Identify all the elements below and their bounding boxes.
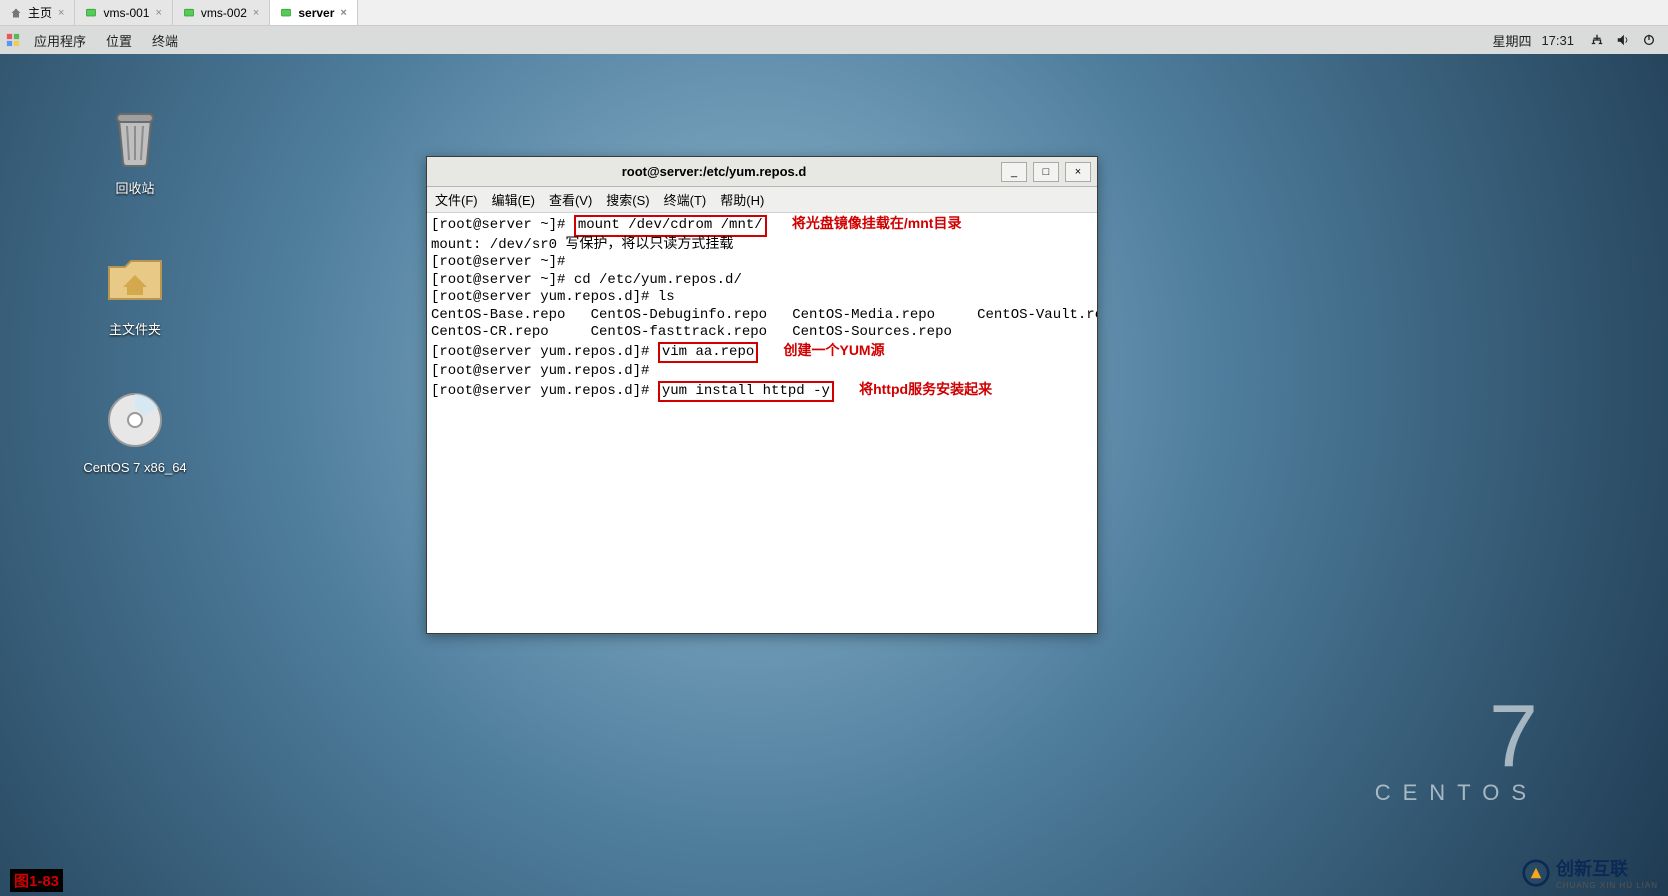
disc-icon[interactable]: CentOS 7 x86_64 [80, 388, 190, 475]
annotation-mount: 将光盘镜像挂载在/mnt目录 [792, 215, 962, 233]
centos-brand: 7 CENTOS [1375, 692, 1538, 806]
annotation-vim: 创建一个YUM源 [783, 342, 884, 360]
icon-label: CentOS 7 x86_64 [83, 460, 186, 475]
browser-tab-home[interactable]: 主页 × [0, 0, 75, 25]
annotation-yum: 将httpd服务安装起来 [859, 381, 992, 399]
term-line: [root@server yum.repos.d]# ls [431, 289, 675, 305]
window-titlebar[interactable]: root@server:/etc/yum.repos.d _ □ × [427, 157, 1097, 187]
desktop: 应用程序 位置 终端 星期四 17:31 回收站 主文件夹 [0, 26, 1668, 896]
tab-label: server [298, 6, 334, 20]
tab-label: 主页 [28, 4, 52, 21]
menu-terminal[interactable]: 终端(T) [664, 190, 707, 209]
close-button[interactable]: × [1065, 162, 1091, 182]
window-title: root@server:/etc/yum.repos.d [427, 164, 1001, 179]
close-icon[interactable]: × [155, 7, 161, 19]
browser-tab-bar: 主页 × vms-001 × vms-002 × server × [0, 0, 1668, 26]
watermark-sub: CHUANG XIN HU LIAN [1556, 881, 1658, 890]
network-icon[interactable] [1590, 33, 1604, 47]
watermark-logo-icon [1522, 859, 1550, 887]
vm-icon [183, 7, 195, 19]
highlighted-command: mount /dev/cdrom /mnt/ [574, 215, 767, 237]
volume-icon[interactable] [1616, 33, 1630, 47]
term-line: CentOS-CR.repo CentOS-fasttrack.repo Cen… [431, 324, 952, 340]
window-menubar: 文件(F) 编辑(E) 查看(V) 搜索(S) 终端(T) 帮助(H) [427, 187, 1097, 213]
watermark: 创新互联 CHUANG XIN HU LIAN [1522, 855, 1658, 890]
icon-label: 主文件夹 [109, 319, 161, 338]
panel-terminal[interactable]: 终端 [142, 31, 188, 50]
menu-view[interactable]: 查看(V) [549, 190, 592, 209]
tab-label: vms-002 [201, 6, 247, 20]
desktop-icons: 回收站 主文件夹 CentOS 7 x86_64 [80, 106, 190, 475]
minimize-button[interactable]: _ [1001, 162, 1027, 182]
panel-places[interactable]: 位置 [96, 31, 142, 50]
maximize-button[interactable]: □ [1033, 162, 1059, 182]
icon-label: 回收站 [115, 178, 154, 197]
watermark-text: 创新互联 [1556, 859, 1628, 879]
menu-edit[interactable]: 编辑(E) [492, 190, 535, 209]
browser-tab-vms002[interactable]: vms-002 × [173, 0, 270, 25]
prompt: [root@server ~]# [431, 217, 574, 233]
home-folder-icon[interactable]: 主文件夹 [80, 247, 190, 338]
term-line: [root@server yum.repos.d]# [431, 363, 658, 379]
term-line: CentOS-Base.repo CentOS-Debuginfo.repo C… [431, 307, 1097, 323]
panel-apps[interactable]: 应用程序 [24, 31, 96, 50]
applications-icon [6, 33, 20, 47]
power-icon[interactable] [1642, 33, 1656, 47]
menu-help[interactable]: 帮助(H) [720, 190, 764, 209]
term-line: mount: /dev/sr0 写保护，将以只读方式挂载 [431, 237, 733, 253]
highlighted-command: yum install httpd -y [658, 381, 834, 403]
prompt: [root@server yum.repos.d]# [431, 383, 658, 399]
term-line: [root@server ~]# cd /etc/yum.repos.d/ [431, 272, 742, 288]
close-icon[interactable]: × [58, 7, 64, 19]
panel-day: 星期四 [1482, 31, 1541, 50]
panel-time: 17:31 [1541, 33, 1584, 48]
vm-icon [280, 7, 292, 19]
figure-label: 图1-83 [10, 869, 63, 892]
highlighted-command: vim aa.repo [658, 342, 758, 364]
terminal-window: root@server:/etc/yum.repos.d _ □ × 文件(F)… [426, 156, 1098, 634]
prompt: [root@server yum.repos.d]# [431, 344, 658, 360]
browser-tab-server[interactable]: server × [270, 0, 357, 25]
tab-label: vms-001 [103, 6, 149, 20]
brand-centos: CENTOS [1375, 780, 1538, 806]
browser-tab-vms001[interactable]: vms-001 × [75, 0, 172, 25]
trash-icon[interactable]: 回收站 [80, 106, 190, 197]
term-line: [root@server ~]# [431, 254, 574, 270]
menu-search[interactable]: 搜索(S) [606, 190, 649, 209]
home-icon [10, 7, 22, 19]
vm-icon [85, 7, 97, 19]
brand-seven: 7 [1375, 692, 1538, 780]
close-icon[interactable]: × [253, 7, 259, 19]
top-panel: 应用程序 位置 终端 星期四 17:31 [0, 26, 1668, 54]
close-icon[interactable]: × [340, 7, 346, 19]
terminal-body[interactable]: [root@server ~]# mount /dev/cdrom /mnt/ … [427, 213, 1097, 633]
menu-file[interactable]: 文件(F) [435, 190, 478, 209]
